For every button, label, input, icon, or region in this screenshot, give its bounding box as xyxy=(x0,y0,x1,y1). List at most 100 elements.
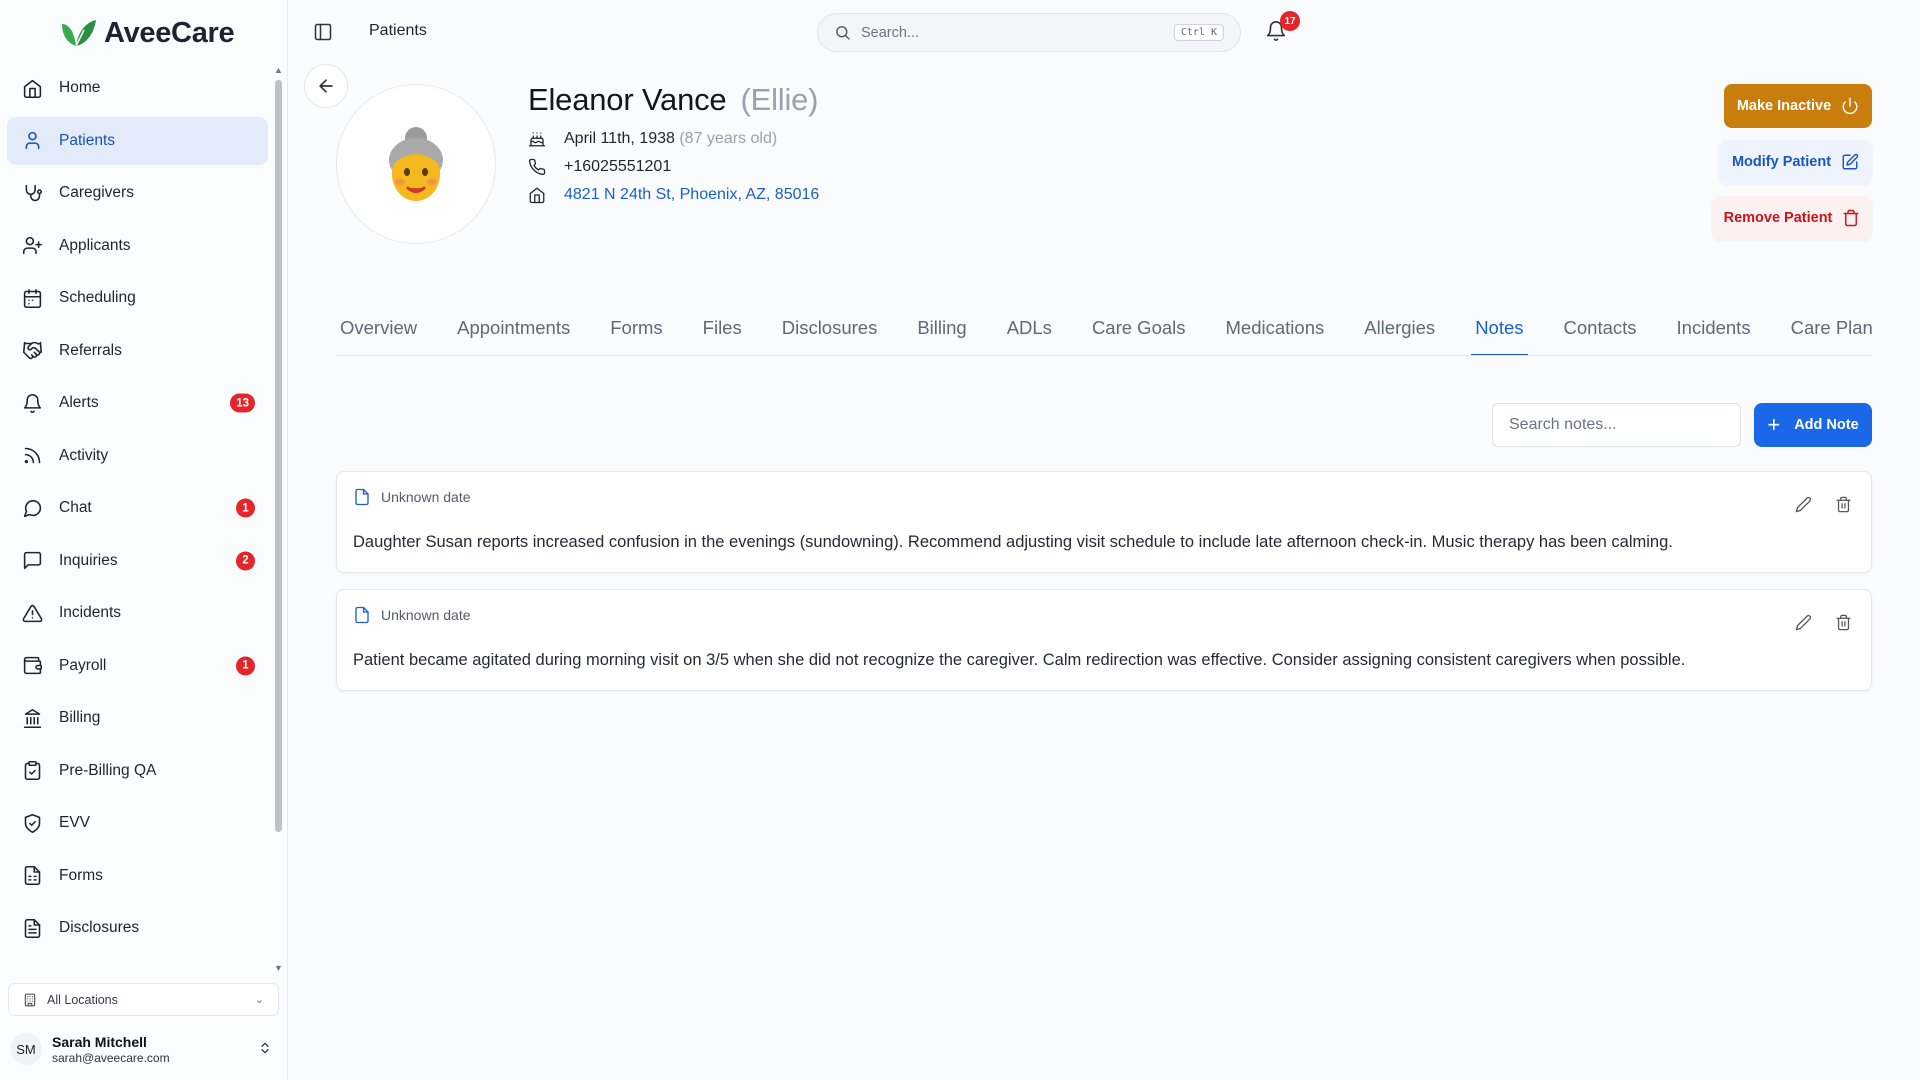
scroll-down-arrow-icon[interactable]: ▼ xyxy=(274,964,283,973)
power-icon xyxy=(1842,97,1858,115)
arrow-left-icon xyxy=(319,79,333,93)
back-button[interactable] xyxy=(304,64,348,108)
tab-files[interactable]: Files xyxy=(699,300,746,355)
patient-age: (87 years old) xyxy=(679,130,778,147)
trash-icon xyxy=(1843,209,1859,227)
home-icon xyxy=(529,187,545,204)
tab-notes[interactable]: Notes xyxy=(1471,300,1528,355)
tab-allergies[interactable]: Allergies xyxy=(1360,300,1439,355)
user-name: Sarah Mitchell xyxy=(52,1033,147,1050)
sidebar-item-label: Alerts xyxy=(59,394,99,411)
sidebar-item-caregivers[interactable]: Caregivers xyxy=(7,169,268,217)
sidebar-item-label: Activity xyxy=(59,446,109,464)
sidebar-item-activity[interactable]: Activity xyxy=(7,432,268,480)
avatar: SM xyxy=(10,1033,42,1065)
file-text-icon xyxy=(21,917,43,939)
sidebar-item-inquiries[interactable]: Inquiries 2 xyxy=(7,537,268,585)
sidebar-item-incidents[interactable]: Incidents xyxy=(7,589,268,637)
sidebar-item-badge: 2 xyxy=(236,551,255,570)
patient-dob-row: April 11th, 1938 (87 years old) xyxy=(528,130,777,148)
sidebar-nav: Home Patients Caregivers Applicants Scheduli… xyxy=(7,64,268,970)
location-select-value: All Locations xyxy=(47,992,118,1007)
brand-name: AveeCare xyxy=(104,16,235,49)
note-date: Unknown date xyxy=(353,606,471,624)
tab-billing[interactable]: Billing xyxy=(913,300,970,355)
patient-dob: April 11th, 1938 xyxy=(564,130,675,147)
global-search-input[interactable]: Search... Ctrl K xyxy=(817,13,1241,52)
modify-patient-button[interactable]: Modify Patient xyxy=(1719,140,1872,184)
message-square-icon xyxy=(21,550,43,572)
search-icon xyxy=(836,26,850,40)
delete-note-trash-icon[interactable] xyxy=(1833,612,1853,632)
sidebar-item-alerts[interactable]: Alerts 13 xyxy=(7,379,268,427)
add-note-button[interactable]: + Add Note xyxy=(1754,403,1872,447)
sidebar-item-patients[interactable]: Patients xyxy=(7,116,268,165)
chevrons-up-down-icon xyxy=(258,1040,272,1059)
notes-search-input[interactable] xyxy=(1492,403,1741,447)
patient-address-link[interactable]: 4821 N 24th St, Phoenix, AZ, 85016 xyxy=(564,186,819,204)
edit-icon xyxy=(1842,153,1859,170)
note-card: Unknown date Daughter Susan reports incre… xyxy=(336,471,1872,573)
search-shortcut: Ctrl K xyxy=(1173,24,1224,41)
modify-patient-label: Modify Patient xyxy=(1731,154,1832,170)
rss-icon xyxy=(21,445,43,467)
sidebar-item-label: Patients xyxy=(59,131,116,149)
scroll-thumb[interactable] xyxy=(275,80,282,832)
sidebar-item-applicants[interactable]: Applicants xyxy=(7,222,268,270)
sidebar-item-scheduling[interactable]: Scheduling xyxy=(7,274,268,322)
bell-icon xyxy=(21,392,43,414)
patient-phone[interactable]: +16025551201 xyxy=(564,158,671,176)
sidebar-item-chat[interactable]: Chat 1 xyxy=(7,484,268,532)
tab-disclosures[interactable]: Disclosures xyxy=(778,300,882,355)
sidebar-item-pre-billing-qa[interactable]: Pre-Billing QA xyxy=(7,747,268,795)
note-actions xyxy=(1793,494,1853,514)
sidebar-item-billing[interactable]: Billing xyxy=(7,694,268,742)
sidebar-item-disclosures[interactable]: Disclosures xyxy=(7,904,268,952)
file-form-icon xyxy=(21,865,43,887)
tab-adls[interactable]: ADLs xyxy=(1003,300,1056,355)
tab-appointments[interactable]: Appointments xyxy=(453,300,574,355)
sidebar-item-evv[interactable]: EVV xyxy=(7,799,268,847)
user-menu[interactable]: SM Sarah Mitchell sarah@aveecare.com xyxy=(10,1028,282,1070)
sidebar-item-badge: 1 xyxy=(236,498,255,518)
edit-note-pencil-icon[interactable] xyxy=(1793,494,1813,514)
sidebar-item-payroll[interactable]: Payroll 1 xyxy=(7,642,268,690)
add-note-label: Add Note xyxy=(1794,417,1859,433)
sidebar-scrollbar[interactable]: ▲ ▼ xyxy=(274,66,283,973)
handshake-icon xyxy=(21,340,43,362)
stethoscope-icon xyxy=(21,182,43,204)
location-select[interactable]: All Locations ⌄ xyxy=(8,983,279,1016)
message-circle-icon xyxy=(21,497,43,519)
delete-note-trash-icon[interactable] xyxy=(1833,494,1853,514)
patient-photo xyxy=(336,84,496,244)
sidebar-item-label: EVV xyxy=(59,814,91,831)
tab-contacts[interactable]: Contacts xyxy=(1560,300,1641,355)
plus-icon: + xyxy=(1767,412,1781,437)
make-inactive-button[interactable]: Make Inactive xyxy=(1724,84,1872,128)
tab-care-plans[interactable]: Care Plans xyxy=(1787,300,1872,355)
tab-overview[interactable]: Overview xyxy=(336,300,421,355)
sidebar-toggle-icon[interactable] xyxy=(313,22,333,42)
clipboard-check-icon xyxy=(21,760,43,782)
sidebar-item-referrals[interactable]: Referrals xyxy=(7,327,268,375)
sidebar-item-label: Forms xyxy=(59,866,103,884)
home-icon xyxy=(21,77,43,99)
brand-logo[interactable]: AveeCare xyxy=(56,14,235,52)
note-text: Daughter Susan reports increased confusi… xyxy=(353,533,1673,551)
edit-note-pencil-icon[interactable] xyxy=(1793,612,1813,632)
note-actions xyxy=(1793,612,1853,632)
tab-forms[interactable]: Forms xyxy=(606,300,666,355)
sidebar-item-label: Pre-Billing QA xyxy=(59,761,157,779)
scroll-up-arrow-icon[interactable]: ▲ xyxy=(274,66,283,75)
top-header: Patients Search... Ctrl K 17 xyxy=(289,0,1920,64)
sidebar-item-home[interactable]: Home xyxy=(7,64,268,112)
tab-incidents[interactable]: Incidents xyxy=(1673,300,1755,355)
patient-name: Eleanor Vance (Ellie) xyxy=(528,82,818,118)
note-text: Patient became agitated during morning v… xyxy=(353,651,1686,669)
user-plus-icon xyxy=(21,235,43,257)
remove-patient-button[interactable]: Remove Patient xyxy=(1712,196,1872,240)
sidebar-item-forms[interactable]: Forms xyxy=(7,852,268,900)
tab-care-goals[interactable]: Care Goals xyxy=(1088,300,1190,355)
phone-icon xyxy=(528,158,546,176)
tab-medications[interactable]: Medications xyxy=(1222,300,1329,355)
